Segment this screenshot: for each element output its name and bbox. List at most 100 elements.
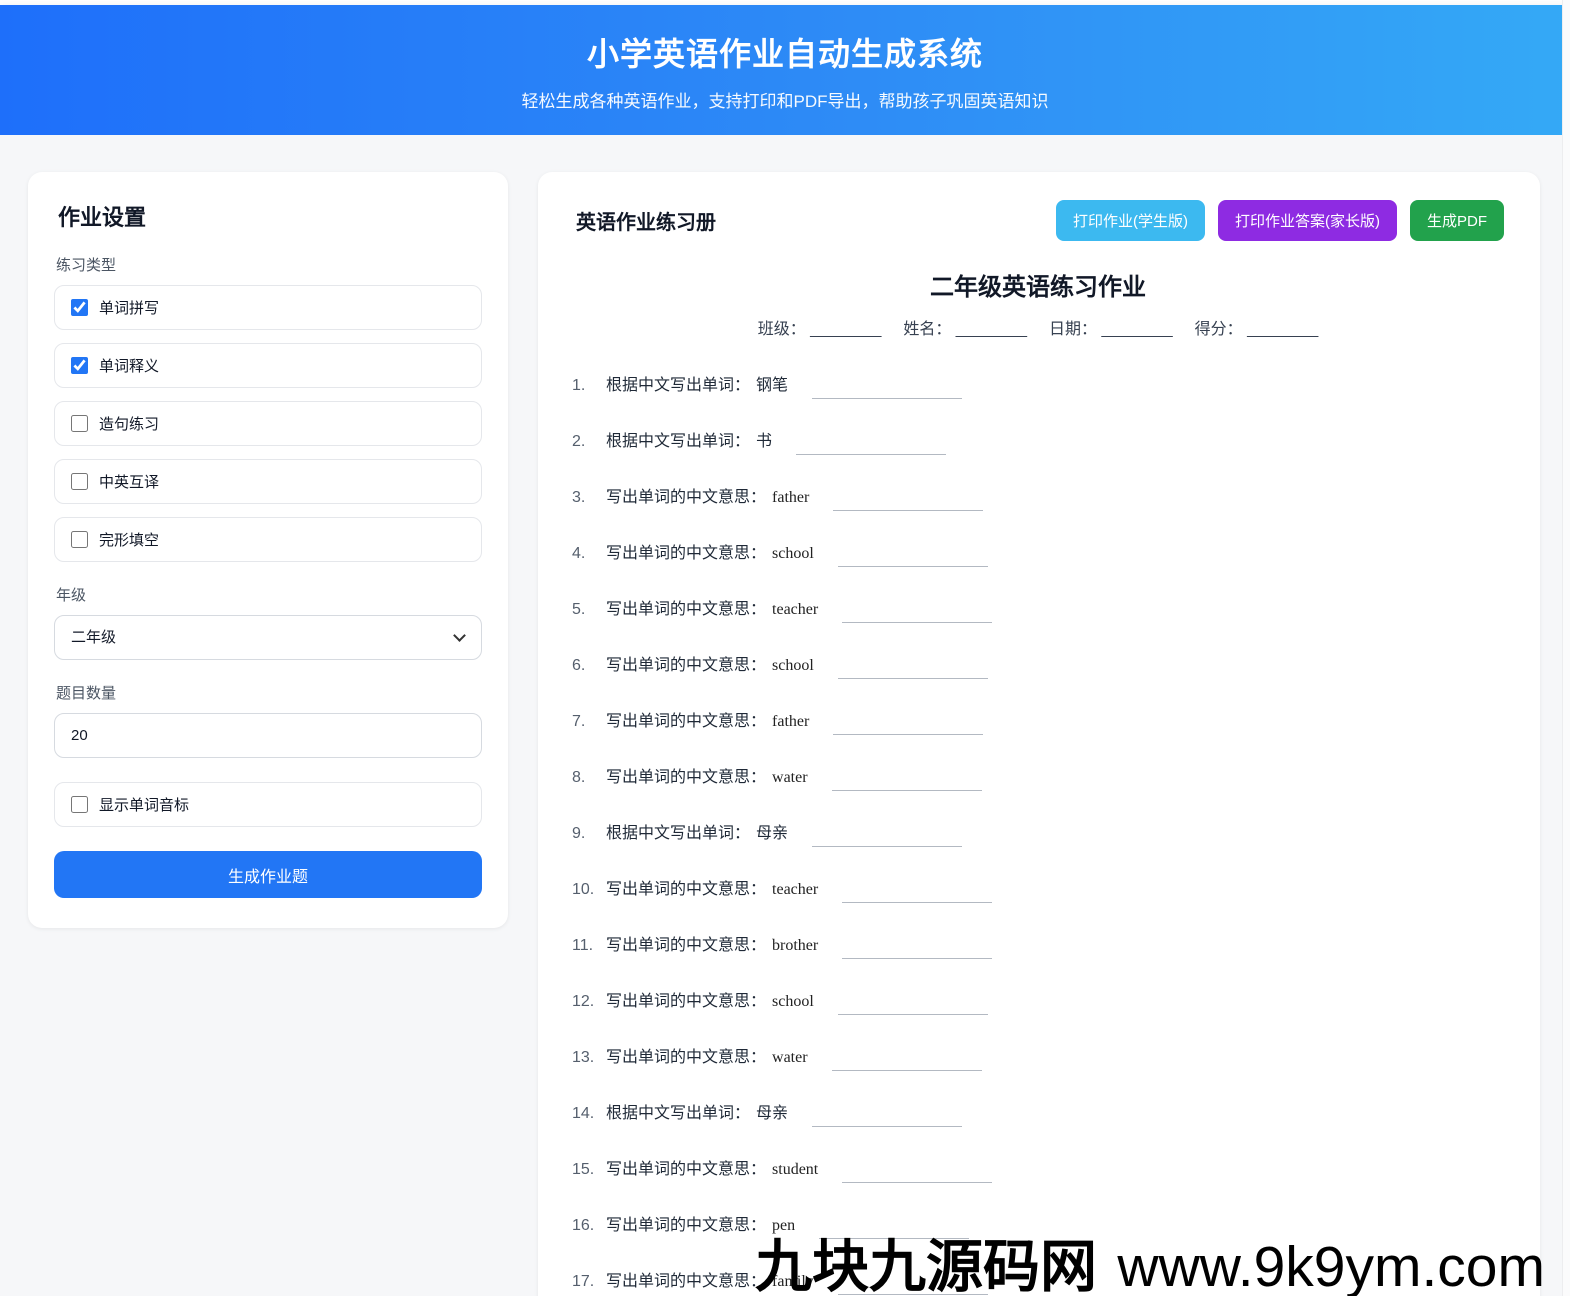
worksheet-panel: 英语作业练习册 打印作业(学生版) 打印作业答案(家长版) 生成PDF 二年级英… [538,172,1540,1296]
answer-blank-line [833,734,984,735]
question-prompt: 写出单词的中文意思： [606,1273,767,1290]
worksheet-info-field: 姓名： ________ [903,321,1027,338]
question-row: 9. 根据中文写出单词： 母亲 [572,819,1504,847]
answer-blank-line [812,398,963,399]
app-header: 小学英语作业自动生成系统 轻松生成各种英语作业，支持打印和PDF导出，帮助孩子巩… [0,5,1570,135]
question-word: water [772,769,808,786]
watermark: 九块九源码网 www.9k9ym.com [755,1239,1545,1296]
question-word: teacher [772,881,819,898]
question-count-input[interactable] [54,713,482,758]
exercise-type-checkbox[interactable] [71,473,88,490]
question-word: 母亲 [756,1105,789,1122]
question-prompt: 写出单词的中文意思： [606,713,767,730]
exercise-type-option[interactable]: 造句练习 [54,401,482,446]
question-prompt: 写出单词的中文意思： [606,937,767,954]
page-content: 作业设置 练习类型 单词拼写 单词释义 造句练习 中英互译 完形填空 年级 二年级 题目… [0,135,1570,1296]
answer-blank-line [812,846,963,847]
question-word: water [772,1049,808,1066]
exercise-type-option[interactable]: 单词拼写 [54,285,482,330]
watermark-url-text: www.9k9ym.com [1117,1235,1545,1296]
question-number: 3. [572,489,586,506]
exercise-type-option[interactable]: 中英互译 [54,459,482,504]
exercise-type-option[interactable]: 完形填空 [54,517,482,562]
phonetic-label: 显示单词音标 [99,797,190,814]
question-row: 3. 写出单词的中文意思： father [572,483,1504,511]
phonetic-checkbox[interactable] [71,796,88,813]
question-word: father [772,713,810,730]
question-row: 7. 写出单词的中文意思： father [572,707,1504,735]
question-word: 母亲 [756,825,789,842]
question-row: 13. 写出单词的中文意思： water [572,1043,1504,1071]
exercise-type-label: 造句练习 [99,416,160,433]
answer-blank-line [842,622,993,623]
print-parent-answers-button[interactable]: 打印作业答案(家长版) [1217,200,1397,241]
worksheet-info-line: 班级： ________ 姓名： ________ 日期： ________ 得分： … [572,315,1504,339]
exercise-type-checkbox[interactable] [71,415,88,432]
question-number: 9. [572,825,586,842]
question-word: school [772,545,814,562]
question-number: 15. [572,1161,595,1178]
question-number: 13. [572,1049,595,1066]
question-row: 12. 写出单词的中文意思： school [572,987,1504,1015]
question-prompt: 根据中文写出单词： [606,825,751,842]
question-word: brother [772,937,819,954]
worksheet-info-field: 得分： ________ [1194,321,1319,338]
question-number: 1. [572,377,586,394]
question-number: 2. [572,433,586,450]
question-number: 6. [572,657,586,674]
question-number: 4. [572,545,586,562]
exercise-type-label: 单词拼写 [99,300,160,317]
print-student-button[interactable]: 打印作业(学生版) [1055,200,1205,241]
question-row: 4. 写出单词的中文意思： school [572,539,1504,567]
question-row: 8. 写出单词的中文意思： water [572,763,1504,791]
question-row: 5. 写出单词的中文意思： teacher [572,595,1504,623]
phonetic-option[interactable]: 显示单词音标 [54,782,482,827]
question-row: 10. 写出单词的中文意思： teacher [572,875,1504,903]
exercise-type-checkbox[interactable] [71,531,88,548]
exercise-type-group-label: 练习类型 [56,257,117,274]
question-count-label: 题目数量 [56,685,117,702]
question-prompt: 写出单词的中文意思： [606,601,767,618]
answer-blank-line [842,958,993,959]
grade-label: 年级 [56,587,87,604]
worksheet-actions: 打印作业(学生版) 打印作业答案(家长版) 生成PDF [1055,200,1504,241]
question-row: 15. 写出单词的中文意思： student [572,1155,1504,1183]
question-number: 8. [572,769,586,786]
question-prompt: 写出单词的中文意思： [606,1049,767,1066]
worksheet-info-field: 日期： ________ [1049,321,1173,338]
question-row: 2. 根据中文写出单词： 书 [572,427,1504,455]
exercise-type-list: 单词拼写单词释义造句练习中英互译完形填空 [54,285,482,562]
scrollbar[interactable] [1562,0,1570,1296]
question-word: student [772,1161,819,1178]
question-prompt: 写出单词的中文意思： [606,993,767,1010]
question-word: 钢笔 [756,377,789,394]
question-row: 1. 根据中文写出单词： 钢笔 [572,371,1504,399]
answer-blank-line [837,566,988,567]
grade-select[interactable]: 二年级 [54,615,482,660]
exercise-type-checkbox[interactable] [71,299,88,316]
settings-panel: 作业设置 练习类型 单词拼写 单词释义 造句练习 中英互译 完形填空 年级 二年级 题目… [28,172,508,928]
question-number: 14. [572,1105,595,1122]
app-subtitle: 轻松生成各种英语作业，支持打印和PDF导出，帮助孩子巩固英语知识 [521,91,1049,111]
question-number: 17. [572,1273,595,1290]
grade-select-wrap: 二年级 [54,615,482,660]
question-word: father [772,489,810,506]
watermark-cn-text: 九块九源码网 [754,1236,1097,1296]
exercise-type-checkbox[interactable] [71,357,88,374]
worksheet-info-field: 班级： ________ [757,321,882,338]
question-word: 书 [756,433,773,450]
question-word: school [772,993,814,1010]
exercise-type-label: 完形填空 [99,532,160,549]
generate-pdf-button[interactable]: 生成PDF [1409,200,1504,241]
question-prompt: 写出单词的中文意思： [606,657,767,674]
question-word: teacher [772,601,819,618]
question-word: school [772,657,814,674]
exercise-type-option[interactable]: 单词释义 [54,343,482,388]
question-row: 6. 写出单词的中文意思： school [572,651,1504,679]
question-number: 16. [572,1217,595,1234]
generate-homework-button[interactable]: 生成作业题 [54,851,482,898]
answer-blank-line [842,902,993,903]
answer-blank-line [837,1014,988,1015]
answer-blank-line [796,454,947,455]
question-prompt: 写出单词的中文意思： [606,881,767,898]
